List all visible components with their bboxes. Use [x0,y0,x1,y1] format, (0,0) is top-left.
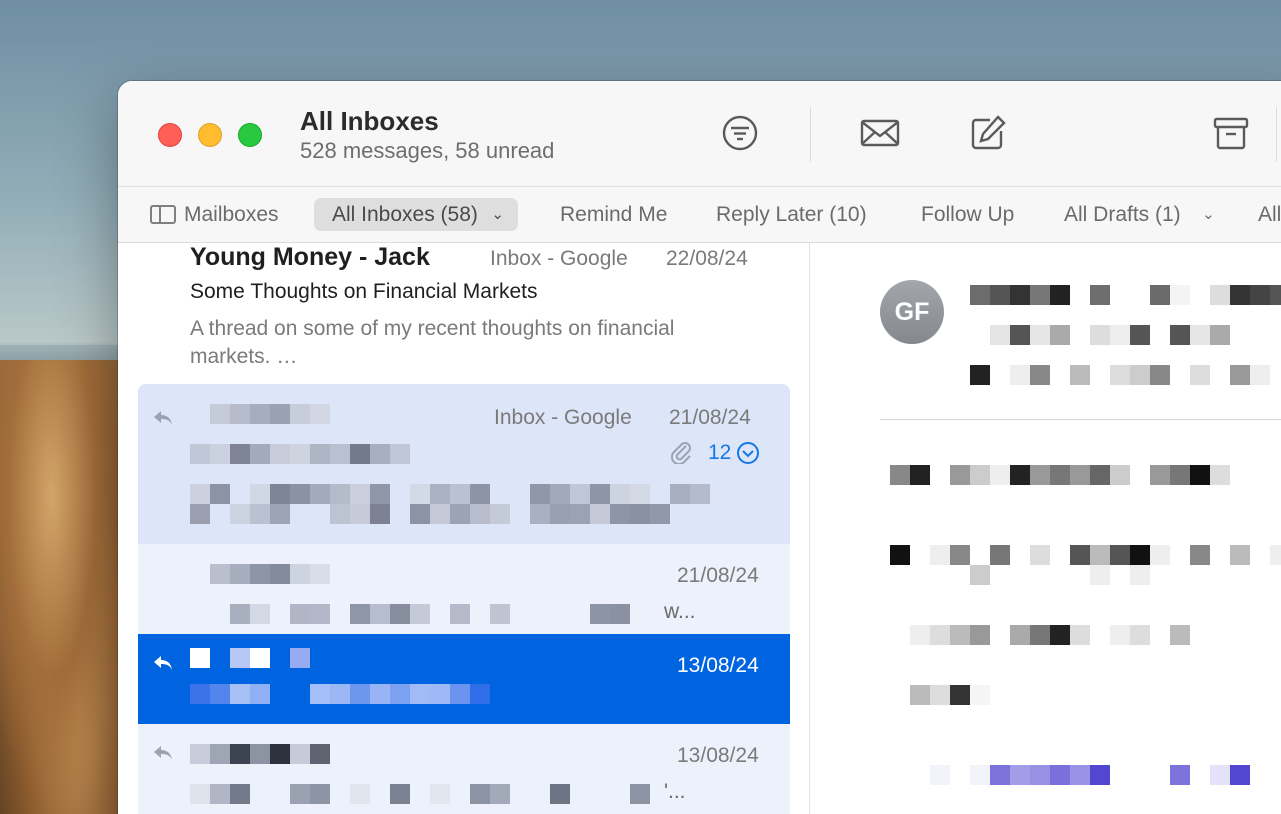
redacted-to [970,325,1230,345]
reading-pane: GF [811,243,1281,814]
toolbar-divider [810,107,811,162]
redacted-preview [230,604,630,624]
message-row[interactable]: Inbox - Google 21/08/24 12 [138,384,790,544]
redacted-body [930,765,1250,785]
reply-icon [154,411,172,425]
mailboxes-label: Mailboxes [184,203,279,226]
chevron-down-icon[interactable]: ⌄ [1202,198,1215,231]
redacted-preview [190,784,670,804]
window-title: All Inboxes [300,106,439,136]
redacted-preview [190,484,710,504]
desktop-wallpaper [0,360,130,814]
minimize-button[interactable] [198,123,222,147]
close-button[interactable] [158,123,182,147]
message-subject: Some Thoughts on Financial Markets [190,280,538,303]
message-date: 22/08/24 [666,247,748,270]
fav-remind-me[interactable]: Remind Me [560,198,667,231]
envelope-icon[interactable] [860,113,900,153]
thread-expand-icon[interactable] [736,441,760,465]
redacted-preview [190,504,690,524]
avatar: GF [880,280,944,344]
message-date: 21/08/24 [677,564,759,587]
mailboxes-button[interactable]: Mailboxes [150,198,279,231]
thread-count: 12 [708,441,732,464]
message-date: 13/08/24 [677,744,759,767]
message-mailbox: Inbox - Google [490,247,628,270]
reply-icon [154,656,172,670]
fav-all-drafts-label: All Drafts (1) [1064,203,1181,226]
message-date: 21/08/24 [669,406,751,429]
message-sender: Young Money - Jack [190,243,430,271]
message-row-selected[interactable]: 13/08/24 [138,634,790,724]
sidebar-icon [150,205,176,224]
archive-icon[interactable] [1211,113,1251,153]
zoom-button[interactable] [238,123,262,147]
message-preview: A thread on some of my recent thoughts o… [190,317,675,368]
redacted-sender [190,744,330,764]
window-subtitle: 528 messages, 58 unread [300,138,555,163]
fav-overflow[interactable]: All [1258,198,1281,231]
redacted-subject [190,444,410,464]
fav-all-inboxes-label: All Inboxes (58) [332,203,478,226]
filter-icon[interactable] [720,113,760,153]
redacted-body [890,545,1281,565]
message-preview-tail: w... [664,600,696,623]
redacted-sender [210,564,330,584]
redacted-sender [190,648,310,668]
mail-window: All Inboxes 528 messages, 58 unread Mail… [118,81,1281,814]
redacted-sender [210,404,330,424]
paperclip-icon [670,442,691,464]
redacted-subject [190,684,510,704]
reply-icon [154,746,172,760]
message-row[interactable]: 13/08/24 '... [138,724,790,814]
favorites-bar: Mailboxes All Inboxes (58) ⌄ Remind Me R… [118,187,1281,243]
compose-icon[interactable] [968,113,1008,153]
redacted-body [910,685,990,705]
header-divider [880,419,1281,420]
fav-follow-up[interactable]: Follow Up [921,198,1014,231]
titlebar: All Inboxes 528 messages, 58 unread [118,81,1281,187]
message-row[interactable]: Young Money - Jack Inbox - Google 22/08/… [138,243,790,383]
fav-all-inboxes[interactable]: All Inboxes (58) ⌄ [314,198,518,231]
message-list: Young Money - Jack Inbox - Google 22/08/… [118,243,810,814]
redacted-body [970,565,1150,585]
redacted-body [910,625,1190,645]
message-mailbox: Inbox - Google [494,406,632,429]
fav-all-drafts[interactable]: All Drafts (1) ⌄ [1064,198,1215,231]
fav-reply-later[interactable]: Reply Later (10) [716,198,867,231]
redacted-body [890,465,1230,485]
message-date: 13/08/24 [677,654,759,677]
redacted-date [970,365,1270,385]
message-row[interactable]: 21/08/24 w... [138,544,790,634]
redacted-from [970,285,1281,305]
message-preview-tail: '... [664,780,686,803]
chevron-down-icon[interactable]: ⌄ [491,198,504,231]
toolbar-divider [1276,107,1277,162]
